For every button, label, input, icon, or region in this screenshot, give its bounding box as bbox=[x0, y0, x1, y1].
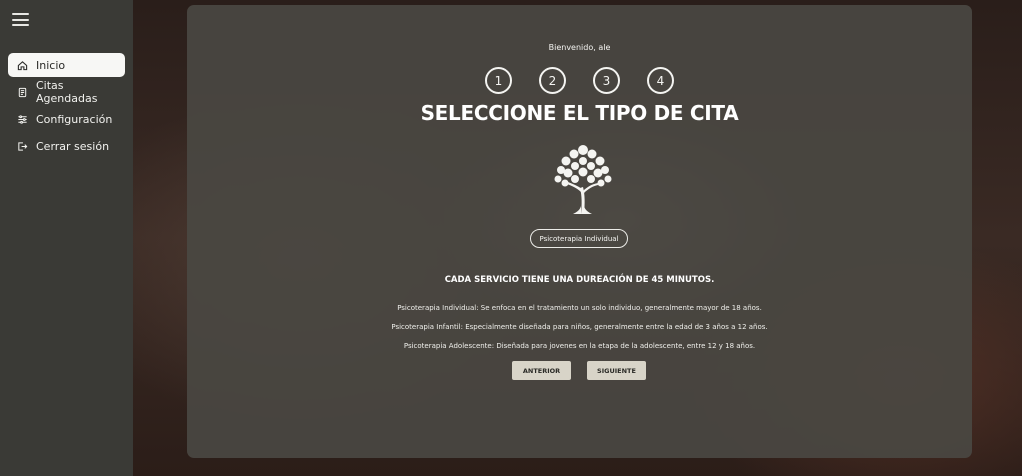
sidebar-item-label: Citas Agendadas bbox=[36, 79, 98, 105]
sidebar-item-inicio[interactable]: Inicio bbox=[8, 53, 125, 77]
description-infantil: Psicoterapia Infantil: Especialmente dis… bbox=[391, 323, 768, 331]
previous-button[interactable]: ANTERIOR bbox=[512, 361, 571, 380]
sidebar-item-cerrar-sesion[interactable]: Cerrar sesión bbox=[8, 134, 125, 158]
tree-logo-icon bbox=[554, 145, 612, 214]
step-3: 3 bbox=[593, 67, 620, 94]
next-button[interactable]: SIGUIENTE bbox=[587, 361, 646, 380]
description-adolescente: Psicoterapia Adolescente: Diseñada para … bbox=[403, 342, 756, 350]
hamburger-icon[interactable] bbox=[12, 13, 29, 26]
document-icon bbox=[18, 87, 27, 97]
step-indicator: 1 2 3 4 bbox=[485, 67, 674, 94]
sidebar-item-configuracion[interactable]: Configuración bbox=[8, 107, 125, 131]
page-title: SELECCIONE EL TIPO DE CITA bbox=[420, 101, 739, 125]
welcome-message: Bienvenido, ale bbox=[548, 43, 611, 52]
step-2: 2 bbox=[539, 67, 566, 94]
description-individual: Psicoterapia Individual: Se enfoca en el… bbox=[397, 304, 762, 312]
sidebar-item-label: Configuración bbox=[36, 112, 113, 126]
appointment-panel: Bienvenido, ale 1 2 3 4 SELECCIONE EL TI… bbox=[187, 5, 972, 458]
step-4: 4 bbox=[647, 67, 674, 94]
sidebar-item-label: Inicio bbox=[36, 58, 66, 72]
sidebar-item-label: Cerrar sesión bbox=[36, 139, 110, 153]
duration-note: CADA SERVICIO TIENE UNA DUREACIÓN DE 45 … bbox=[444, 275, 715, 285]
logout-icon bbox=[18, 141, 28, 151]
home-icon bbox=[17, 60, 28, 70]
step-1: 1 bbox=[485, 67, 512, 94]
sidebar-item-citas-agendadas[interactable]: Citas Agendadas bbox=[8, 79, 125, 105]
sliders-icon bbox=[18, 114, 27, 124]
sidebar-nav: Inicio Citas Agendadas Configuración Cer… bbox=[8, 53, 125, 161]
sidebar: Inicio Citas Agendadas Configuración Cer… bbox=[0, 0, 133, 476]
appointment-type-button[interactable]: Psicoterapia Individual bbox=[530, 229, 628, 248]
